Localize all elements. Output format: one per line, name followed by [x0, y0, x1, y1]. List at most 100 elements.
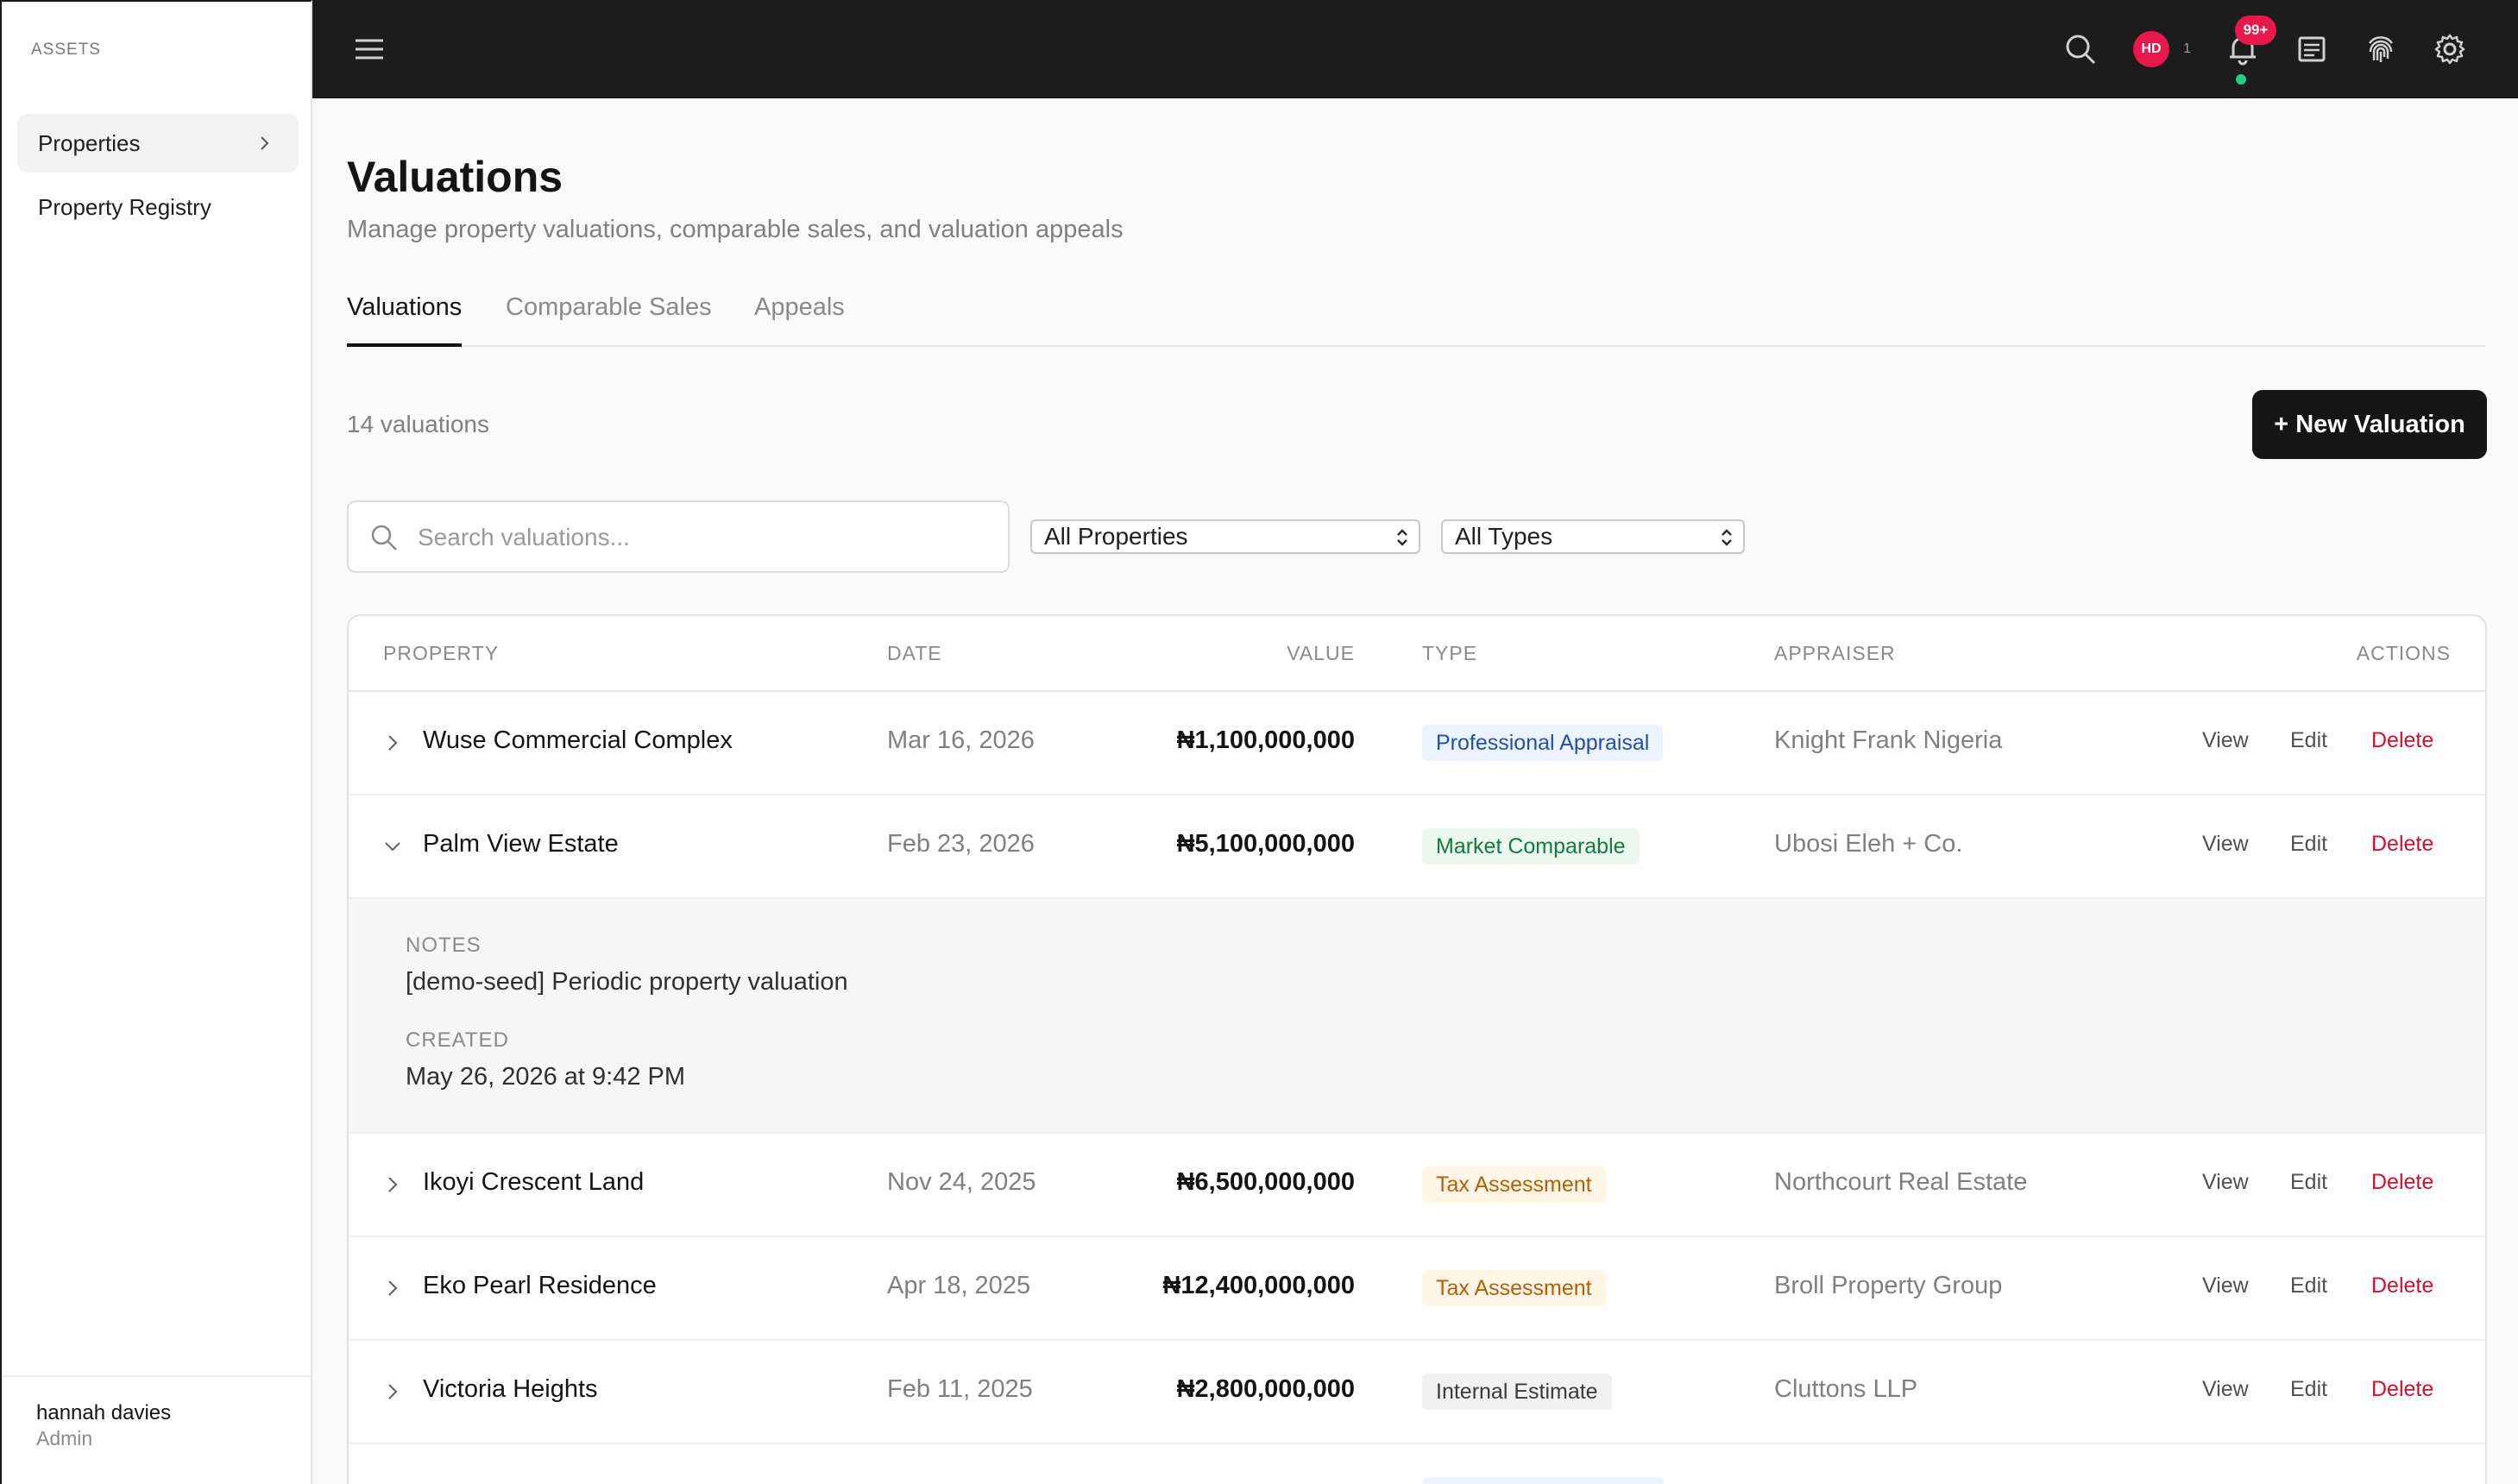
header-property: PROPERTY	[383, 642, 500, 664]
table-row[interactable]: Palm View Estate Feb 23, 2026 ₦5,100,000…	[349, 795, 2485, 899]
created-value: May 26, 2026 at 9:42 PM	[406, 1063, 686, 1091]
valuations-count: 14 valuations	[347, 411, 490, 437]
avatar[interactable]: HD	[2133, 31, 2169, 67]
view-button[interactable]: View	[2202, 1377, 2249, 1402]
search-icon[interactable]	[2062, 31, 2099, 67]
document-icon[interactable]	[2294, 31, 2330, 67]
property-filter-select[interactable]: All Properties	[1030, 519, 1420, 554]
valuation-date: Feb 23, 2026	[887, 830, 1035, 858]
search-input[interactable]	[418, 514, 987, 561]
notes-label: NOTES	[406, 934, 482, 957]
property-name: Ikoyi Crescent Land	[423, 1168, 645, 1196]
header-actions: ACTIONS	[2356, 642, 2451, 664]
created-label: CREATED	[406, 1028, 509, 1052]
edit-button[interactable]: Edit	[2290, 1273, 2327, 1298]
page-title: Valuations	[347, 153, 563, 201]
tab-appeals[interactable]: Appeals	[754, 293, 845, 347]
header-value: VALUE	[1287, 642, 1355, 664]
chevron-right-icon	[261, 136, 269, 150]
valuation-value: ₦6,500,000,000	[1176, 1168, 1355, 1196]
chevron-right-icon[interactable]	[383, 1279, 402, 1298]
valuation-value: ₦12,400,000,000	[1162, 1272, 1355, 1299]
table-row[interactable]: Wuse Commercial Complex Mar 16, 2026 ₦1,…	[349, 692, 2485, 795]
notes-value: [demo-seed] Periodic property valuation	[406, 968, 848, 996]
type-badge	[1422, 1477, 1664, 1484]
menu-icon[interactable]	[354, 35, 385, 64]
valuation-date: Nov 24, 2025	[887, 1168, 1036, 1196]
property-filter-value: All Properties	[1044, 523, 1188, 550]
delete-button[interactable]: Delete	[2371, 728, 2433, 753]
valuation-date: Apr 18, 2025	[887, 1272, 1031, 1299]
type-badge: Tax Assessment	[1422, 1270, 1606, 1306]
edit-button[interactable]: Edit	[2290, 1170, 2327, 1195]
avatar-count: 1	[2183, 41, 2191, 56]
search-box	[347, 500, 1010, 573]
valuation-date: Feb 11, 2025	[887, 1375, 1033, 1403]
property-name: Eko Pearl Residence	[423, 1272, 657, 1299]
edit-button[interactable]: Edit	[2290, 728, 2327, 753]
sidebar-user[interactable]: hannah davies Admin	[2, 1375, 312, 1484]
header-appraiser: APPRAISER	[1774, 642, 1896, 664]
appraiser-name: Knight Frank Nigeria	[1774, 726, 2003, 754]
property-name: Palm View Estate	[423, 830, 619, 858]
header-type: TYPE	[1422, 642, 1478, 664]
appraiser-name: Northcourt Real Estate	[1774, 1168, 2028, 1196]
sidebar-item-property-registry[interactable]: Property Registry	[17, 178, 299, 236]
valuation-value: ₦1,100,000,000	[1176, 726, 1355, 754]
chevron-right-icon[interactable]	[383, 1175, 402, 1194]
appraiser-name: Broll Property Group	[1774, 1272, 2003, 1299]
chevron-down-icon[interactable]	[383, 837, 402, 856]
view-button[interactable]: View	[2202, 1170, 2249, 1195]
select-arrows-icon	[1722, 529, 1732, 546]
type-badge: Market Comparable	[1422, 828, 1640, 865]
edit-button[interactable]: Edit	[2290, 832, 2327, 857]
property-name: Wuse Commercial Complex	[423, 726, 733, 754]
delete-button[interactable]: Delete	[2371, 1273, 2433, 1298]
table-row[interactable]: Ikoyi Crescent Land Nov 24, 2025 ₦6,500,…	[349, 1134, 2485, 1237]
sidebar-section-label: ASSETS	[31, 41, 101, 59]
row-detail-panel: NOTES [demo-seed] Periodic property valu…	[349, 899, 2485, 1134]
table-row[interactable]: Eko Pearl Residence Apr 18, 2025 ₦12,400…	[349, 1237, 2485, 1341]
edit-button[interactable]: Edit	[2290, 1377, 2327, 1402]
table-header: PROPERTY DATE VALUE TYPE APPRAISER ACTIO…	[349, 616, 2485, 692]
topbar: HD 1 99+	[312, 0, 2518, 98]
table-row[interactable]: Victoria Heights Feb 11, 2025 ₦2,800,000…	[349, 1341, 2485, 1444]
tab-comparable-sales[interactable]: Comparable Sales	[506, 293, 712, 347]
page-subtitle: Manage property valuations, comparable s…	[347, 216, 1124, 243]
view-button[interactable]: View	[2202, 1273, 2249, 1298]
type-filter-select[interactable]: All Types	[1441, 519, 1745, 554]
notifications-badge: 99+	[2235, 16, 2276, 45]
delete-button[interactable]: Delete	[2371, 832, 2433, 857]
search-icon	[371, 525, 397, 550]
table-row[interactable]	[349, 1444, 2485, 1484]
view-button[interactable]: View	[2202, 832, 2249, 857]
user-role: Admin	[36, 1427, 93, 1449]
gear-icon[interactable]	[2432, 31, 2468, 67]
appraiser-name: Cluttons LLP	[1774, 1375, 1918, 1403]
valuations-table: PROPERTY DATE VALUE TYPE APPRAISER ACTIO…	[347, 614, 2487, 1484]
type-badge: Tax Assessment	[1422, 1166, 1606, 1203]
chevron-right-icon[interactable]	[383, 1382, 402, 1401]
new-valuation-button[interactable]: + New Valuation	[2252, 390, 2487, 459]
property-name: Victoria Heights	[423, 1375, 598, 1403]
sidebar-item-properties[interactable]: Properties	[17, 114, 299, 173]
tabs: Valuations Comparable Sales Appeals	[347, 285, 2485, 347]
sidebar: ASSETS Properties Property Registry hann…	[0, 0, 312, 1484]
delete-button[interactable]: Delete	[2371, 1377, 2433, 1402]
type-filter-value: All Types	[1455, 523, 1553, 550]
valuation-date: Mar 16, 2026	[887, 726, 1035, 754]
chevron-right-icon[interactable]	[383, 733, 402, 752]
valuation-value: ₦5,100,000,000	[1176, 830, 1355, 858]
delete-button[interactable]: Delete	[2371, 1170, 2433, 1195]
valuation-value: ₦2,800,000,000	[1176, 1375, 1355, 1403]
select-arrows-icon	[1397, 529, 1407, 546]
fingerprint-icon[interactable]	[2363, 31, 2399, 67]
online-status-dot	[2236, 74, 2246, 85]
user-name: hannah davies	[36, 1401, 172, 1424]
tab-valuations[interactable]: Valuations	[347, 293, 463, 347]
sidebar-item-label: Property Registry	[38, 193, 211, 220]
header-date: DATE	[887, 642, 942, 664]
sidebar-item-label: Properties	[38, 129, 141, 156]
view-button[interactable]: View	[2202, 728, 2249, 753]
type-badge: Professional Appraisal	[1422, 725, 1664, 761]
